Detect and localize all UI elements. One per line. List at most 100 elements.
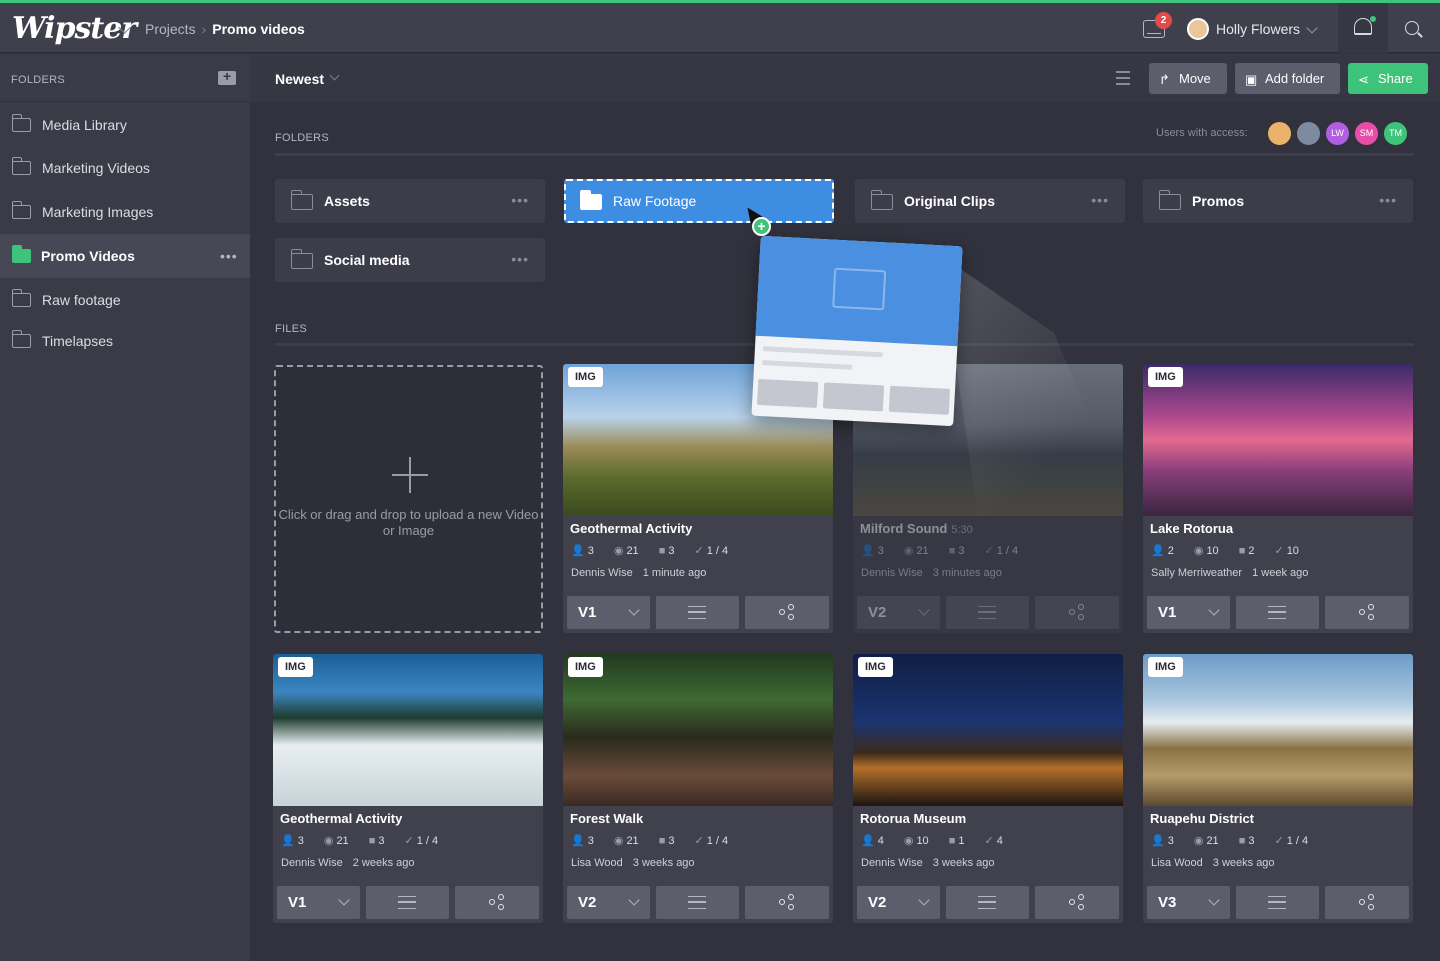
comments-count: 2 <box>1248 545 1255 557</box>
more-options-icon[interactable]: ••• <box>511 251 529 267</box>
notifications-button[interactable] <box>1338 3 1388 53</box>
more-options-icon[interactable]: ••• <box>220 248 238 264</box>
review-list-button[interactable] <box>366 886 449 919</box>
file-title[interactable]: Ruapehu District <box>1150 811 1258 826</box>
sidebar-item-timelapses[interactable]: Timelapses <box>0 319 250 363</box>
folder-icon <box>1158 190 1181 210</box>
sidebar-item-marketing-videos[interactable]: Marketing Videos <box>0 146 250 190</box>
file-thumbnail[interactable]: IMG <box>853 654 1123 806</box>
file-title[interactable]: Lake Rotorua <box>1150 521 1237 536</box>
breadcrumb-projects[interactable]: Projects <box>145 21 196 37</box>
file-card[interactable]: IMG Lake Rotorua 👤 2 ◉ 10 ■ 2 ✓ 10 Sally Merriweat… <box>1143 364 1413 633</box>
folder-icon <box>11 157 31 175</box>
add-folder-icon[interactable] <box>218 68 236 85</box>
file-stats: 👤 3 ◉ 21 ■ 3 ✓ 1 / 4 <box>861 544 1038 557</box>
file-card[interactable]: IMG Rotorua Museum 👤 4 ◉ 10 ■ 1 ✓ 4 Dennis Wise 3 w… <box>853 654 1123 923</box>
folder-icon <box>290 190 313 210</box>
files-section-title: FILES <box>275 323 308 335</box>
file-share-button[interactable] <box>1035 596 1119 629</box>
more-options-icon[interactable]: ••• <box>1091 192 1109 208</box>
file-title-text: Rotorua Museum <box>860 811 967 826</box>
review-list-button[interactable] <box>946 886 1029 919</box>
comment-icon: ■ <box>948 835 956 847</box>
check-icon: ✓ <box>1274 835 1284 847</box>
access-avatar-sm[interactable]: SM <box>1353 120 1380 147</box>
approvals-count: 1 / 4 <box>706 835 729 847</box>
review-list-button[interactable] <box>1236 596 1319 629</box>
share-icon <box>1359 604 1375 620</box>
users-count: 3 <box>587 835 594 847</box>
review-list-button[interactable] <box>946 596 1029 629</box>
chevron-down-icon[interactable] <box>329 70 340 81</box>
file-share-button[interactable] <box>1325 596 1409 629</box>
list-view-icon[interactable] <box>1116 71 1130 85</box>
file-card[interactable]: IMG Geothermal Activity 👤 3 ◉ 21 ■ 3 ✓ 1 / 4 Denni… <box>273 654 543 923</box>
upload-dropzone[interactable]: Click or drag and drop to upload a new V… <box>274 365 543 633</box>
sidebar: FOLDERS Media Library Marketing Videos M… <box>0 54 250 961</box>
file-share-button[interactable] <box>745 886 829 919</box>
user-avatar[interactable] <box>1187 18 1209 40</box>
review-list-button[interactable] <box>1236 886 1319 919</box>
file-thumbnail[interactable]: IMG <box>1143 364 1413 516</box>
share-button[interactable]: ⋖ Share <box>1348 63 1428 94</box>
access-avatar[interactable] <box>1295 120 1322 147</box>
views-count: 21 <box>1206 835 1219 847</box>
folder-card-assets[interactable]: Assets ••• <box>275 179 545 223</box>
wipster-logo[interactable]: Wipster <box>12 11 137 46</box>
file-title[interactable]: Geothermal Activity <box>280 811 406 826</box>
version-dropdown[interactable]: V2 <box>857 596 940 629</box>
file-author: Dennis Wise <box>281 857 343 869</box>
access-avatar-tm[interactable]: TM <box>1382 120 1409 147</box>
folder-card-original-clips[interactable]: Original Clips ••• <box>855 179 1125 223</box>
file-thumbnail[interactable]: IMG <box>563 654 833 806</box>
file-card[interactable]: IMG Forest Walk 👤 3 ◉ 21 ■ 3 ✓ 1 / 4 Lisa Wood 3 we… <box>563 654 833 923</box>
user-menu-chevron-icon[interactable] <box>1306 22 1318 34</box>
more-options-icon[interactable]: ••• <box>511 192 529 208</box>
file-share-button[interactable] <box>745 596 829 629</box>
search-icon[interactable] <box>1405 21 1419 35</box>
file-title[interactable]: Milford Sound 5:30 <box>860 521 973 536</box>
file-title-text: Lake Rotorua <box>1150 521 1234 536</box>
comments-count: 3 <box>668 835 675 847</box>
version-dropdown[interactable]: V1 <box>277 886 360 919</box>
folder-card-promos[interactable]: Promos ••• <box>1143 179 1413 223</box>
folder-name: Original Clips <box>904 193 996 209</box>
file-title[interactable]: Rotorua Museum <box>860 811 970 826</box>
sidebar-item-marketing-images[interactable]: Marketing Images <box>0 190 250 234</box>
folder-card-raw-footage[interactable]: Raw Footage <box>564 179 834 223</box>
sidebar-item-promo-videos[interactable]: Promo Videos ••• <box>0 234 250 278</box>
folders-divider <box>275 153 1414 156</box>
image-placeholder-icon <box>832 267 887 311</box>
file-thumbnail[interactable]: IMG <box>273 654 543 806</box>
user-name[interactable]: Holly Flowers <box>1216 21 1300 37</box>
review-list-button[interactable] <box>656 886 739 919</box>
folder-card-social-media[interactable]: Social media ••• <box>275 238 545 282</box>
review-list-button[interactable] <box>656 596 739 629</box>
version-dropdown[interactable]: V2 <box>857 886 940 919</box>
sidebar-item-raw-footage[interactable]: Raw footage <box>0 278 250 322</box>
file-share-button[interactable] <box>455 886 539 919</box>
approvals-stat: ✓ 4 <box>984 835 1012 847</box>
more-options-icon[interactable]: ••• <box>1379 192 1397 208</box>
version-dropdown[interactable]: V1 <box>1147 596 1230 629</box>
version-dropdown[interactable]: V2 <box>567 886 650 919</box>
move-button[interactable]: ↱ Move <box>1149 63 1227 94</box>
access-avatar[interactable] <box>1266 120 1293 147</box>
sort-dropdown[interactable]: Newest <box>275 71 324 87</box>
file-share-button[interactable] <box>1035 886 1119 919</box>
version-dropdown[interactable]: V3 <box>1147 886 1230 919</box>
file-card[interactable]: IMG Ruapehu District 👤 3 ◉ 21 ■ 3 ✓ 1 / 4 Lisa Woo… <box>1143 654 1413 923</box>
version-dropdown[interactable]: V1 <box>567 596 650 629</box>
folder-icon <box>11 201 31 219</box>
file-title[interactable]: Forest Walk <box>570 811 647 826</box>
users-count: 3 <box>297 835 304 847</box>
file-title[interactable]: Geothermal Activity <box>570 521 696 536</box>
file-share-button[interactable] <box>1325 886 1409 919</box>
dragged-file-card[interactable] <box>751 235 963 427</box>
sidebar-item-media-library[interactable]: Media Library <box>0 103 250 147</box>
access-avatar-lw[interactable]: LW <box>1324 120 1351 147</box>
add-folder-button[interactable]: ▣ Add folder <box>1235 63 1340 94</box>
file-thumbnail[interactable]: IMG <box>1143 654 1413 806</box>
comments-stat: ■ 3 <box>659 545 685 557</box>
check-icon: ✓ <box>694 545 704 557</box>
